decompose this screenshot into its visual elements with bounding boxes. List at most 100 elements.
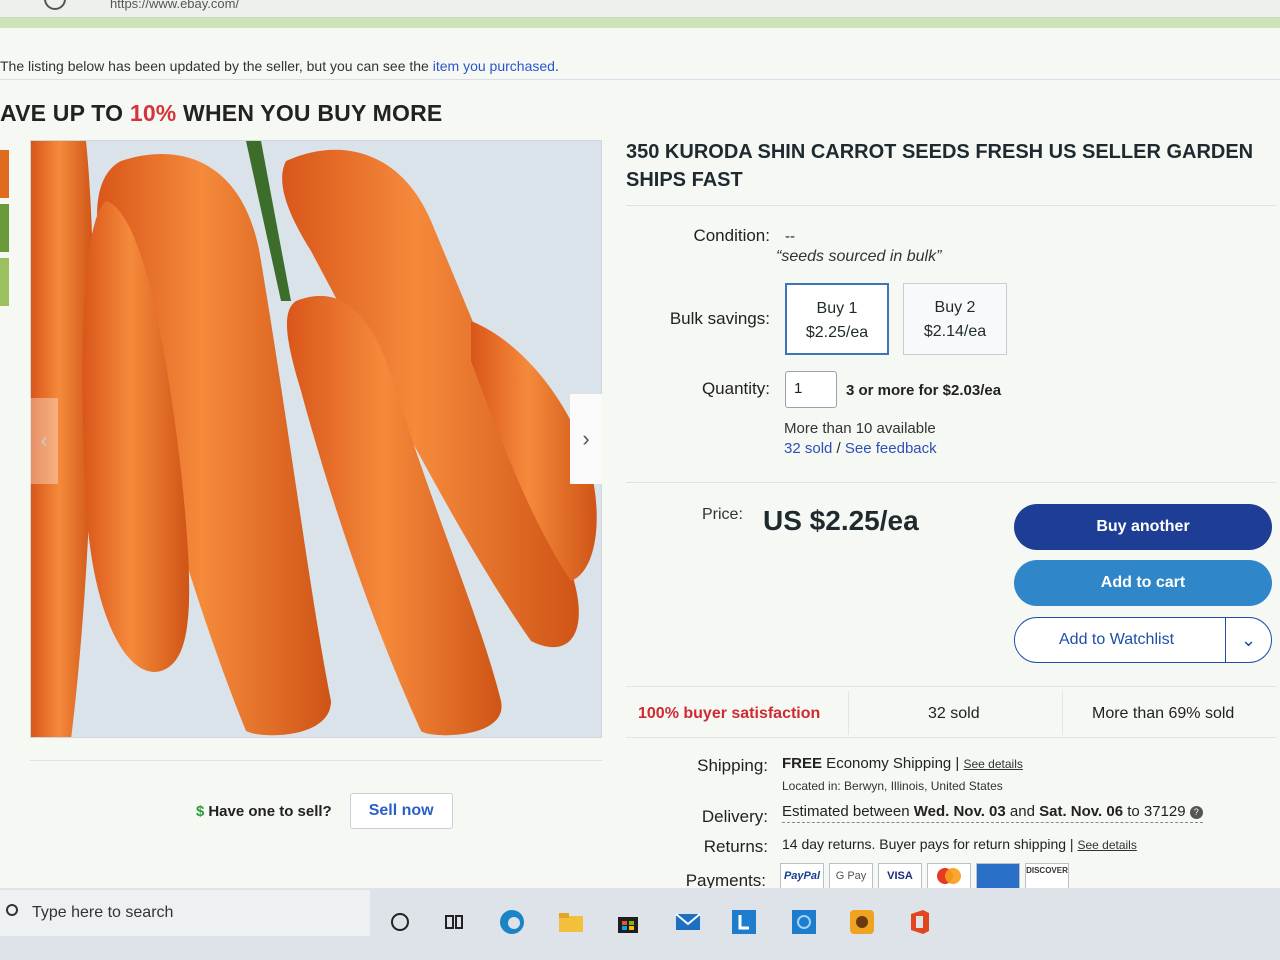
dollar-icon: $ bbox=[196, 802, 205, 820]
divider bbox=[30, 760, 602, 761]
discover-icon: DISCOVER bbox=[1025, 863, 1069, 889]
promo-tail: WHEN YOU BUY MORE bbox=[176, 100, 443, 126]
app-l-icon[interactable] bbox=[730, 908, 758, 936]
search-icon bbox=[6, 904, 18, 916]
mastercard-icon bbox=[927, 863, 971, 889]
visa-icon: VISA bbox=[878, 863, 922, 889]
app-blue-icon[interactable] bbox=[790, 908, 818, 936]
quantity-label: Quantity: bbox=[701, 379, 770, 398]
sell-question: $ Have one to sell? bbox=[196, 803, 332, 820]
task-view-icon[interactable] bbox=[440, 908, 468, 936]
item-location: Located in: Berwyn, Illinois, United Sta… bbox=[782, 779, 1003, 793]
add-to-watchlist-button[interactable]: Add to Watchlist ⌄ bbox=[1014, 617, 1272, 663]
seller-quote-text: seeds sourced in bulk bbox=[781, 248, 937, 265]
returns-label: Returns: bbox=[703, 837, 768, 856]
mastercard-logo bbox=[937, 868, 961, 884]
returns-details-link[interactable]: See details bbox=[1077, 838, 1136, 852]
amex-icon bbox=[976, 863, 1020, 889]
notice-suffix: . bbox=[554, 58, 559, 74]
listing-updated-notice: The listing below has been updated by th… bbox=[0, 40, 1280, 80]
percent-sold: More than 69% sold bbox=[1092, 705, 1235, 722]
buy-another-button[interactable]: Buy another bbox=[1014, 504, 1272, 550]
delivery-prefix: Estimated between bbox=[782, 803, 914, 820]
browser-toolbar: https://www.ebay.com/ bbox=[0, 0, 1280, 18]
previous-image-button[interactable]: ‹ bbox=[30, 398, 58, 484]
availability-text: More than 10 available bbox=[784, 420, 936, 437]
file-explorer-icon[interactable] bbox=[557, 908, 585, 936]
promo-lead: AVE UP TO bbox=[0, 100, 130, 126]
divider bbox=[1062, 691, 1063, 735]
shipping-free: FREE bbox=[782, 755, 823, 772]
help-icon[interactable]: ? bbox=[1189, 805, 1203, 819]
shipping-details-link[interactable]: See details bbox=[964, 757, 1023, 771]
listing-title: 350 KURODA SHIN CARROT SEEDS FRESH US SE… bbox=[626, 141, 1254, 191]
carrots-image bbox=[31, 141, 601, 737]
bulk-option-qty: Buy 1 bbox=[816, 300, 858, 317]
sell-prompt: $ Have one to sell? Sell now bbox=[196, 793, 453, 829]
mail-icon[interactable] bbox=[674, 908, 702, 936]
seller-stats-bar: 100% buyer satisfaction 32 sold More tha… bbox=[626, 686, 1276, 738]
taskbar-search-input[interactable]: Type here to search bbox=[0, 890, 370, 936]
thumbnail-3[interactable] bbox=[0, 258, 9, 306]
office-icon[interactable] bbox=[906, 908, 934, 936]
delivery-estimate: Estimated between Wed. Nov. 03 and Sat. … bbox=[782, 803, 1203, 823]
price-value: US $2.25/ea bbox=[763, 505, 919, 536]
separator-slash: / bbox=[832, 440, 845, 457]
cortana-icon[interactable] bbox=[386, 908, 414, 936]
store-icon[interactable] bbox=[614, 908, 642, 936]
tab-accent-bar bbox=[0, 18, 1280, 28]
bulk-option-2[interactable]: Buy 2 $2.14/ea bbox=[903, 283, 1007, 355]
paypal-icon: PayPal bbox=[780, 863, 824, 889]
thumbnail-strip bbox=[0, 150, 10, 312]
chevron-right-icon: › bbox=[582, 426, 590, 451]
add-to-watchlist-label: Add to Watchlist bbox=[1059, 631, 1175, 648]
delivery-zip: to 37129 bbox=[1123, 803, 1190, 820]
bulk-option-price: $2.25/ea bbox=[805, 324, 869, 341]
bulk-option-price: $2.14/ea bbox=[923, 323, 987, 340]
sold-count-link[interactable]: 32 sold bbox=[784, 440, 832, 457]
bulk-savings-label: Bulk savings: bbox=[669, 309, 770, 328]
divider bbox=[848, 691, 849, 735]
buyer-satisfaction: 100% buyer satisfaction bbox=[638, 705, 821, 722]
delivery-and: and bbox=[1005, 803, 1040, 820]
chevron-left-icon: ‹ bbox=[40, 429, 48, 452]
delivery-end: Sat. Nov. 06 bbox=[1039, 803, 1124, 820]
notice-text: The listing below has been updated by th… bbox=[0, 58, 433, 74]
address-bar[interactable]: https://www.ebay.com/ bbox=[110, 0, 239, 11]
taskbar-search-placeholder: Type here to search bbox=[32, 904, 174, 921]
delivery-label: Delivery: bbox=[701, 807, 768, 826]
price-label: Price: bbox=[702, 506, 743, 523]
app-orange-icon[interactable] bbox=[848, 908, 876, 936]
see-feedback-link[interactable]: See feedback bbox=[845, 440, 937, 457]
seller-quote: “seeds sourced in bulk” bbox=[776, 248, 942, 265]
bulk-option-1[interactable]: Buy 1 $2.25/ea bbox=[785, 283, 889, 355]
edge-browser-icon[interactable] bbox=[498, 908, 526, 936]
shipping-value: FREE Economy Shipping | See details bbox=[782, 755, 1023, 772]
delivery-start: Wed. Nov. 03 bbox=[913, 803, 1006, 820]
google-pay-icon: G Pay bbox=[829, 863, 873, 889]
promo-percent: 10% bbox=[129, 100, 177, 126]
add-to-cart-button[interactable]: Add to cart bbox=[1014, 560, 1272, 606]
sold-feedback-links: 32 sold / See feedback bbox=[784, 440, 937, 457]
divider bbox=[626, 205, 1276, 206]
item-purchased-link[interactable]: item you purchased bbox=[433, 58, 555, 74]
condition-label: Condition: bbox=[693, 226, 770, 245]
chevron-down-icon[interactable]: ⌄ bbox=[1225, 618, 1271, 662]
bulk-option-qty: Buy 2 bbox=[934, 299, 976, 316]
reload-icon[interactable] bbox=[44, 0, 66, 10]
payment-methods: PayPal G Pay VISA DISCOVER bbox=[780, 863, 1069, 889]
thumbnail-1[interactable] bbox=[0, 150, 9, 198]
quantity-input[interactable]: 1 bbox=[785, 371, 837, 408]
product-image[interactable] bbox=[30, 140, 602, 738]
sell-question-text: Have one to sell? bbox=[208, 802, 332, 820]
shipping-label: Shipping: bbox=[697, 756, 768, 775]
sell-now-button[interactable]: Sell now bbox=[349, 793, 453, 829]
sold-count: 32 sold bbox=[928, 705, 980, 722]
promo-banner: AVE UP TO 10% WHEN YOU BUY MORE bbox=[0, 100, 442, 127]
next-image-button[interactable]: › bbox=[570, 394, 602, 484]
quantity-discount-note: 3 or more for $2.03/ea bbox=[846, 382, 1002, 399]
returns-policy: 14 day returns. Buyer pays for return sh… bbox=[782, 836, 1137, 852]
returns-text: 14 day returns. Buyer pays for return sh… bbox=[782, 836, 1078, 852]
shipping-method: Economy Shipping | bbox=[822, 755, 964, 772]
thumbnail-2[interactable] bbox=[0, 204, 9, 252]
